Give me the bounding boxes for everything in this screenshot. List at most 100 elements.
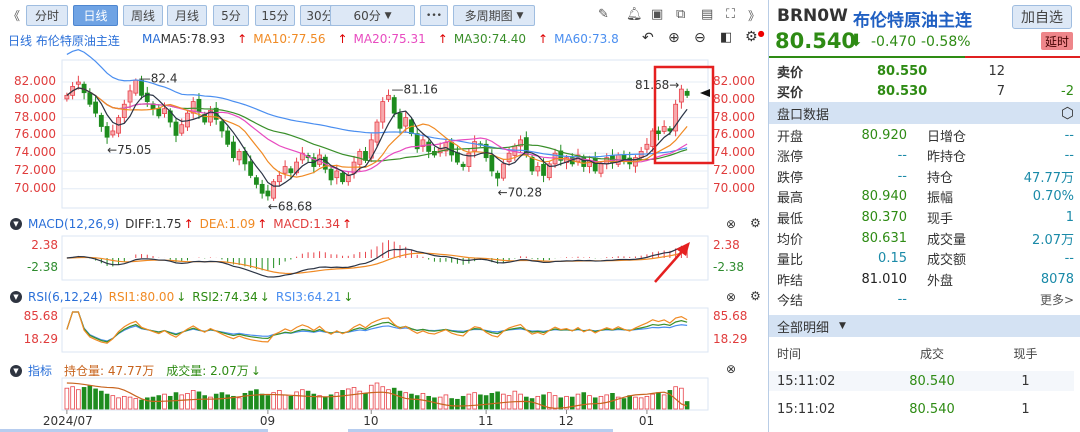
trade-time: 15:11:02 xyxy=(777,401,836,417)
candle xyxy=(276,175,282,183)
candle xyxy=(242,151,248,165)
volume-bar xyxy=(248,390,253,410)
delayed-badge: 延时 xyxy=(1041,32,1073,50)
close-panel-icon[interactable]: ⊗ xyxy=(726,362,736,376)
candle xyxy=(454,152,460,163)
candle xyxy=(259,183,265,194)
volume-bar xyxy=(202,395,208,410)
candle xyxy=(87,92,93,105)
volume-bar xyxy=(231,395,236,410)
volume-bar xyxy=(213,393,219,410)
down-arrow-icon: ↓ xyxy=(176,290,187,304)
chevron-down-icon: ▼ xyxy=(839,321,846,331)
candle xyxy=(110,130,116,136)
collapse-triangle-icon[interactable]: ▼ xyxy=(10,291,22,303)
trade-qty: 1 xyxy=(1021,401,1030,417)
field-label: 日增仓 xyxy=(927,129,967,145)
volume-bar xyxy=(122,395,127,410)
volume-bar xyxy=(575,393,581,410)
volume-bar xyxy=(363,392,368,410)
field-label: 昨结 xyxy=(777,273,804,289)
volume-bar xyxy=(179,394,185,410)
volume-bar xyxy=(334,392,340,410)
volume-bar xyxy=(133,398,139,410)
field-value: -- xyxy=(897,292,907,308)
candle xyxy=(133,79,139,94)
candle xyxy=(374,121,380,143)
collapse-triangle-icon[interactable]: ▼ xyxy=(10,218,22,230)
volume-bar xyxy=(495,391,500,410)
candle xyxy=(644,143,650,150)
panel-row: 量比 0.15 成交额 -- xyxy=(777,249,1074,269)
candle xyxy=(248,161,254,176)
field-value: 0.70% xyxy=(1032,189,1074,205)
volume-bar xyxy=(501,393,506,410)
volume-bar xyxy=(403,392,409,410)
volume-bar xyxy=(99,390,104,410)
volume-bar xyxy=(259,393,265,410)
detail-header[interactable]: 全部明细 ▼ xyxy=(769,315,1080,337)
down-arrow-icon: ↓ xyxy=(259,290,270,304)
field-label: 均价 xyxy=(777,232,804,248)
open-interest-value: 持仓量: 47.77万 xyxy=(64,364,155,378)
collapse-triangle-icon[interactable]: ▼ xyxy=(10,364,22,377)
candle xyxy=(334,170,340,179)
candle xyxy=(219,121,225,132)
volume-bar xyxy=(374,382,380,410)
volume-bar xyxy=(254,389,259,410)
volume-bar xyxy=(317,395,322,410)
candle xyxy=(506,152,512,163)
last-price: 80.540 xyxy=(775,29,857,53)
indicator-tick-left: 2.38 xyxy=(31,238,58,252)
volume-bar xyxy=(282,394,288,410)
candle xyxy=(380,101,386,123)
field-label: 持仓 xyxy=(927,170,954,186)
volume-bar xyxy=(638,397,644,410)
close-panel-icon[interactable]: ⊗ xyxy=(726,290,736,304)
price-change: -0.470 xyxy=(871,34,917,50)
volume-bar xyxy=(397,390,403,410)
price-annotation: ←70.28 xyxy=(498,185,542,199)
indicator-tick-left: 85.68 xyxy=(23,309,58,323)
x-tick-label: 01 xyxy=(638,414,655,428)
price-annotation: ←68.68 xyxy=(268,200,312,214)
volume-bar xyxy=(144,397,150,410)
down-arrow-icon: ⬇ xyxy=(849,31,864,51)
column-header: 现手 xyxy=(1013,346,1038,361)
volume-bar xyxy=(81,387,87,410)
y-tick-right: 76.000 xyxy=(713,127,755,142)
candle xyxy=(173,121,179,136)
panel-row: 最低 80.370 现手 1 xyxy=(777,207,1074,227)
volume-bar xyxy=(70,386,75,410)
candle xyxy=(397,112,403,129)
y-tick-right: 82.000 xyxy=(713,74,755,88)
field-value: 1 xyxy=(1065,209,1074,225)
price-annotation: 81.68→ xyxy=(635,78,679,92)
volume-bar xyxy=(323,396,328,410)
settings-icon[interactable]: ⚙ xyxy=(750,289,761,303)
macd-dea: DEA:1.09 xyxy=(199,217,256,231)
candle xyxy=(127,90,133,103)
more-link[interactable]: 更多> xyxy=(997,291,1074,308)
field-value: 80.920 xyxy=(861,127,908,143)
candle xyxy=(426,141,432,152)
candle xyxy=(236,151,242,161)
volume-bar xyxy=(116,397,121,410)
price-annotation: —82.4 xyxy=(139,71,178,85)
y-tick-right: 74.000 xyxy=(713,145,755,160)
candle xyxy=(179,124,185,134)
volume-bar xyxy=(87,385,93,410)
ask-ratio-bar xyxy=(965,56,1080,58)
panel-title: 盘口数据 xyxy=(777,107,830,123)
trade-row: 15:11:02 80.540 1 xyxy=(769,371,1074,391)
add-watchlist-button[interactable]: 加自选 xyxy=(1012,5,1072,29)
settings-icon[interactable]: ⚙ xyxy=(750,216,761,230)
rsi3-line xyxy=(66,311,688,342)
y-tick-left: 76.000 xyxy=(14,127,56,142)
settings-icon[interactable]: ⬡ xyxy=(1061,104,1074,122)
close-panel-icon[interactable]: ⊗ xyxy=(726,217,736,231)
panel-row: 开盘 80.920 日增仓 -- xyxy=(777,125,1074,145)
field-label: 昨持仓 xyxy=(927,150,967,166)
volume-bar xyxy=(455,398,460,410)
indicator-tick-right: -2.38 xyxy=(713,260,745,274)
